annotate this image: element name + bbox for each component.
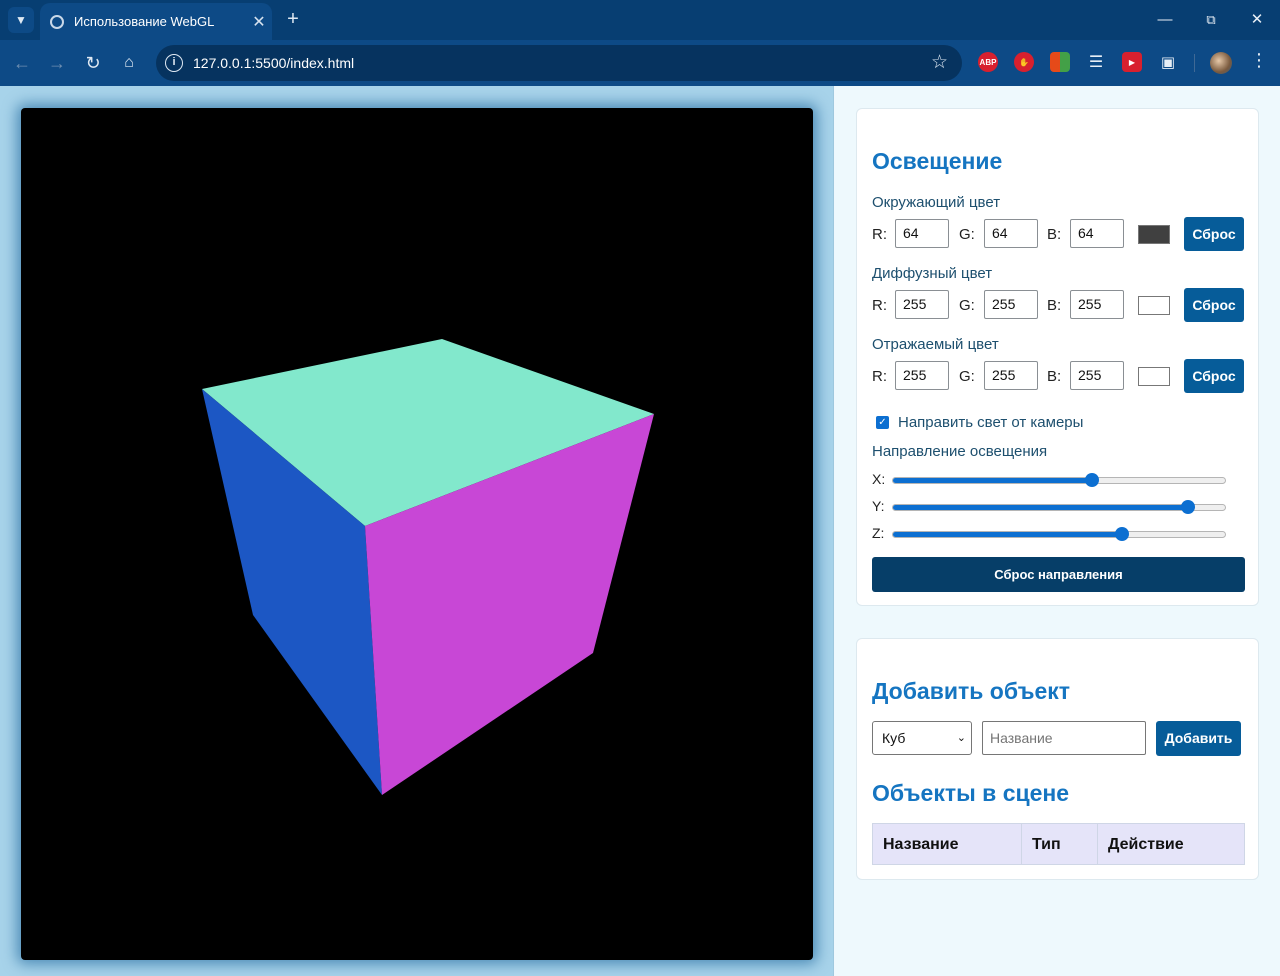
diffuse-b-input[interactable]: 255 bbox=[1070, 290, 1124, 319]
lighting-card: Освещение Окружающий цвет R: 64 G: 64 B:… bbox=[856, 108, 1259, 606]
ambient-g-input[interactable]: 64 bbox=[984, 219, 1038, 248]
restore-icon[interactable]: ⧉ bbox=[1199, 8, 1223, 32]
direction-x-track[interactable] bbox=[892, 477, 1226, 484]
tab-active[interactable]: Использование WebGL ✕ bbox=[40, 3, 272, 40]
diffuse-g-input[interactable]: 255 bbox=[984, 290, 1038, 319]
scene-objects-title: Объекты в сцене bbox=[872, 780, 1070, 806]
specular-g-input[interactable]: 255 bbox=[984, 361, 1038, 390]
ambient-reset-button[interactable]: Сброс bbox=[1184, 217, 1244, 251]
close-window-icon[interactable]: ✕ bbox=[1245, 8, 1269, 32]
direction-x-row: X: bbox=[872, 469, 1232, 489]
direction-x-thumb[interactable] bbox=[1085, 473, 1100, 487]
new-tab-icon[interactable]: + bbox=[282, 8, 304, 30]
lighting-title: Освещение bbox=[872, 148, 1003, 174]
direction-y-label: Y: bbox=[872, 498, 885, 514]
ambient-g-label: G: bbox=[959, 226, 975, 243]
direction-z-row: Z: bbox=[872, 523, 1232, 543]
direction-z-track[interactable] bbox=[892, 531, 1226, 538]
database-icon[interactable]: ☰ bbox=[1086, 52, 1106, 72]
add-object-title: Добавить объект bbox=[872, 678, 1071, 704]
light-from-camera-checkbox[interactable]: ✓ bbox=[876, 416, 889, 429]
reload-icon[interactable]: ↻ bbox=[80, 50, 106, 76]
specular-r-input[interactable]: 255 bbox=[895, 361, 949, 390]
ambient-b-label: B: bbox=[1047, 226, 1062, 243]
object-type-select[interactable]: Куб ⌄ bbox=[872, 721, 972, 755]
office-icon[interactable] bbox=[1050, 52, 1070, 72]
reset-direction-button[interactable]: Сброс направления bbox=[872, 557, 1245, 592]
puzzle-icon[interactable]: ▣ bbox=[1158, 52, 1178, 72]
diffuse-r-input[interactable]: 255 bbox=[895, 290, 949, 319]
light-from-camera-label: Направить свет от камеры bbox=[898, 414, 1084, 431]
object-type-value: Куб bbox=[882, 730, 906, 746]
adblock-icon[interactable]: ABP bbox=[978, 52, 998, 72]
specular-r-label: R: bbox=[872, 368, 887, 385]
address-bar[interactable]: i 127.0.0.1:5500/index.html ☆ bbox=[156, 45, 962, 81]
page-content: Освещение Окружающий цвет R: 64 G: 64 B:… bbox=[0, 86, 1280, 976]
control-panel: Освещение Окружающий цвет R: 64 G: 64 B:… bbox=[835, 86, 1280, 976]
site-info-icon[interactable]: i bbox=[165, 54, 183, 72]
canvas-pane bbox=[0, 86, 834, 976]
column-header-action: Действие bbox=[1108, 836, 1184, 853]
browser-toolbar: ← → ↻ ⌂ i 127.0.0.1:5500/index.html ☆ AB… bbox=[0, 40, 1280, 86]
specular-g-label: G: bbox=[959, 368, 975, 385]
bookmark-star-icon[interactable]: ☆ bbox=[931, 51, 948, 74]
diffuse-label: Диффузный цвет bbox=[872, 265, 993, 282]
specular-row: R: 255 G: 255 B: 255 Сброс bbox=[872, 359, 1247, 393]
diffuse-reset-button[interactable]: Сброс bbox=[1184, 288, 1244, 322]
minimize-icon[interactable]: — bbox=[1153, 8, 1177, 32]
add-object-button[interactable]: Добавить bbox=[1156, 721, 1241, 756]
light-from-camera-row: ✓ Направить свет от камеры bbox=[876, 414, 1083, 431]
direction-y-row: Y: bbox=[872, 496, 1232, 516]
close-tab-icon[interactable]: ✕ bbox=[246, 12, 272, 32]
media-icon[interactable]: ▶ bbox=[1122, 52, 1142, 72]
home-icon[interactable]: ⌂ bbox=[116, 50, 142, 76]
direction-label: Направление освещения bbox=[872, 443, 1048, 460]
column-header-name: Название bbox=[873, 824, 1022, 864]
add-object-card: Добавить объект Куб ⌄ Название Добавить … bbox=[856, 638, 1259, 880]
cube-render bbox=[202, 339, 654, 795]
direction-z-thumb[interactable] bbox=[1115, 527, 1130, 541]
menu-dots-icon[interactable]: ⋮ bbox=[1250, 50, 1268, 71]
ambient-r-input[interactable]: 64 bbox=[895, 219, 949, 248]
specular-b-label: B: bbox=[1047, 368, 1062, 385]
url-text: 127.0.0.1:5500/index.html bbox=[193, 55, 355, 71]
tab-bar: ▼ Использование WebGL ✕ + — ⧉ ✕ bbox=[0, 0, 1280, 40]
diffuse-row: R: 255 G: 255 B: 255 Сброс bbox=[872, 288, 1247, 322]
back-icon[interactable]: ← bbox=[9, 50, 35, 76]
ambient-label: Окружающий цвет bbox=[872, 194, 1001, 211]
profile-avatar[interactable] bbox=[1210, 52, 1232, 74]
toolbar-divider bbox=[1194, 54, 1195, 72]
globe-icon bbox=[50, 14, 64, 29]
ambient-r-label: R: bbox=[872, 226, 887, 243]
column-header-type: Тип bbox=[1022, 824, 1098, 864]
chevron-down-icon: ⌄ bbox=[956, 732, 966, 744]
direction-y-fill bbox=[893, 505, 1187, 510]
direction-y-thumb[interactable] bbox=[1180, 500, 1195, 514]
diffuse-g-label: G: bbox=[959, 297, 975, 314]
diffuse-color-swatch[interactable] bbox=[1138, 296, 1170, 315]
ambient-b-input[interactable]: 64 bbox=[1070, 219, 1124, 248]
direction-z-label: Z: bbox=[872, 525, 885, 541]
scene-objects-table: Название Тип Действие bbox=[872, 823, 1245, 865]
direction-x-fill bbox=[893, 478, 1093, 483]
specular-color-swatch[interactable] bbox=[1138, 367, 1170, 386]
diffuse-r-label: R: bbox=[872, 297, 887, 314]
object-name-input[interactable]: Название bbox=[982, 721, 1146, 755]
forward-icon[interactable]: → bbox=[44, 50, 70, 76]
tab-title: Использование WebGL bbox=[74, 14, 215, 29]
direction-x-label: X: bbox=[872, 471, 886, 487]
ambient-color-swatch[interactable] bbox=[1138, 225, 1170, 244]
specular-label: Отражаемый цвет bbox=[872, 336, 999, 353]
tab-search-icon[interactable]: ▼ bbox=[8, 7, 34, 33]
direction-y-track[interactable] bbox=[892, 504, 1226, 511]
webgl-canvas[interactable] bbox=[21, 108, 813, 960]
ambient-row: R: 64 G: 64 B: 64 Сброс bbox=[872, 217, 1247, 251]
specular-b-input[interactable]: 255 bbox=[1070, 361, 1124, 390]
block-icon[interactable]: ✋ bbox=[1014, 52, 1034, 72]
specular-reset-button[interactable]: Сброс bbox=[1184, 359, 1244, 393]
diffuse-b-label: B: bbox=[1047, 297, 1062, 314]
direction-z-fill bbox=[893, 532, 1123, 537]
